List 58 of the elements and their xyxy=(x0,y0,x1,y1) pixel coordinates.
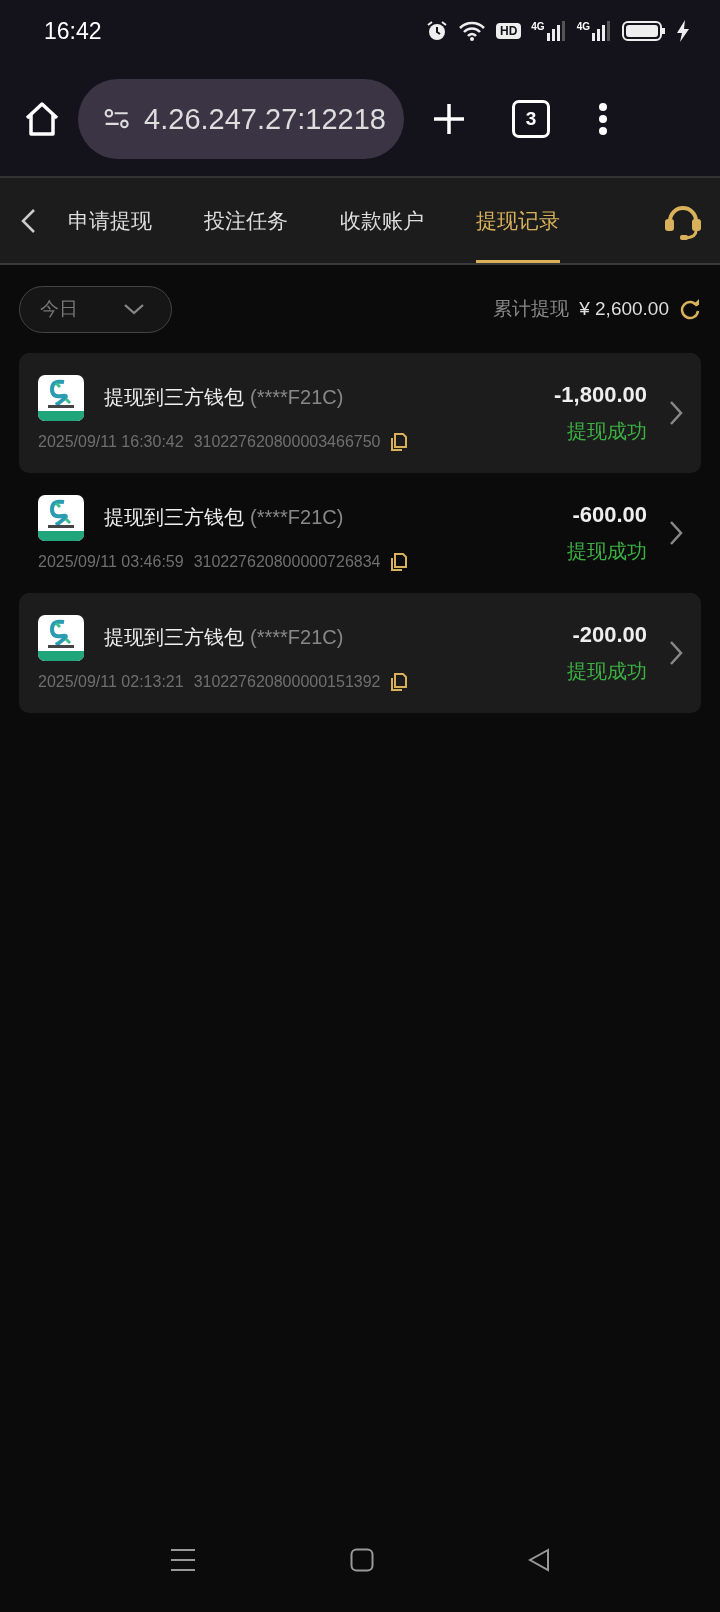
account-mask: (****F21C) xyxy=(250,385,344,409)
total-label: 累计提现 xyxy=(493,297,570,321)
tab[interactable]: 投注任务 xyxy=(204,178,288,263)
record-time: 2025/09/11 02:13:21 xyxy=(38,673,184,691)
record-title: 提现到三方钱包 xyxy=(104,624,244,650)
chevron-down-icon xyxy=(123,303,145,315)
chevron-right-icon xyxy=(669,640,683,666)
url-text: 4.26.247.27:12218 xyxy=(144,102,386,136)
menu-icon[interactable] xyxy=(170,1548,196,1572)
copy-icon[interactable] xyxy=(390,553,407,571)
chevron-right-icon xyxy=(669,520,683,546)
withdraw-amount: -200.00 xyxy=(572,621,647,648)
withdraw-amount: -600.00 xyxy=(572,501,647,528)
network-label: 4G xyxy=(576,21,590,32)
network-label: 4G xyxy=(531,21,545,32)
signal-icon xyxy=(546,21,567,41)
record-title: 提现到三方钱包 xyxy=(104,504,244,530)
chevron-right-icon xyxy=(669,400,683,426)
order-number: 310227620800003466750 xyxy=(193,433,381,451)
wallet-logo-icon xyxy=(38,615,84,661)
address-bar[interactable]: 4.26.247.27:12218 xyxy=(78,79,404,159)
copy-icon[interactable] xyxy=(390,433,407,451)
account-mask: (****F21C) xyxy=(250,505,344,529)
record-card[interactable]: 提现到三方钱包 (****F21C) 2025/09/11 16:30:42 310227620800003466750 -1,800.00 提现成功 xyxy=(19,353,701,473)
clock-time: 16:42 xyxy=(44,17,103,45)
charging-icon xyxy=(676,20,690,42)
status-text: 提现成功 xyxy=(567,658,647,684)
record-title: 提现到三方钱包 xyxy=(104,384,244,410)
tab-count-button[interactable]: 3 xyxy=(512,100,550,138)
withdraw-amount: -1,800.00 xyxy=(554,381,647,408)
order-number: 310227620800000726834 xyxy=(193,553,381,571)
tab[interactable]: 收款账户 xyxy=(340,178,424,263)
status-text: 提现成功 xyxy=(567,418,647,444)
copy-icon[interactable] xyxy=(390,673,407,691)
signal-icon xyxy=(592,21,612,41)
record-card[interactable]: 提现到三方钱包 (****F21C) 2025/09/11 03:46:59 310227620800000726834 -600.00 提现成功 xyxy=(19,473,701,593)
back-triangle-icon[interactable] xyxy=(528,1548,550,1572)
order-number: 310227620800000151392 xyxy=(193,673,381,691)
wallet-logo-icon xyxy=(38,495,84,541)
record-time: 2025/09/11 03:46:59 xyxy=(38,553,184,571)
tab[interactable]: 提现记录 xyxy=(476,178,560,263)
wifi-icon xyxy=(457,20,486,42)
home-square-icon[interactable] xyxy=(350,1548,374,1572)
status-text: 提现成功 xyxy=(567,538,647,564)
back-icon[interactable] xyxy=(20,207,36,234)
record-time: 2025/09/11 16:30:42 xyxy=(38,433,184,451)
battery-icon xyxy=(622,21,666,41)
tab[interactable]: 申请提现 xyxy=(68,178,152,263)
date-filter-dropdown[interactable]: 今日 xyxy=(19,285,172,333)
account-mask: (****F21C) xyxy=(250,625,344,649)
refresh-icon[interactable] xyxy=(679,298,701,320)
record-card[interactable]: 提现到三方钱包 (****F21C) 2025/09/11 02:13:21 310227620800000151392 -200.00 提现成功 xyxy=(19,593,701,713)
alarm-icon xyxy=(425,20,448,42)
new-tab-icon[interactable] xyxy=(432,102,466,136)
hd-badge: HD xyxy=(495,23,522,39)
wallet-logo-icon xyxy=(38,375,84,421)
total-amount: ¥ 2,600.00 xyxy=(579,298,669,320)
more-options-icon[interactable] xyxy=(598,102,608,136)
